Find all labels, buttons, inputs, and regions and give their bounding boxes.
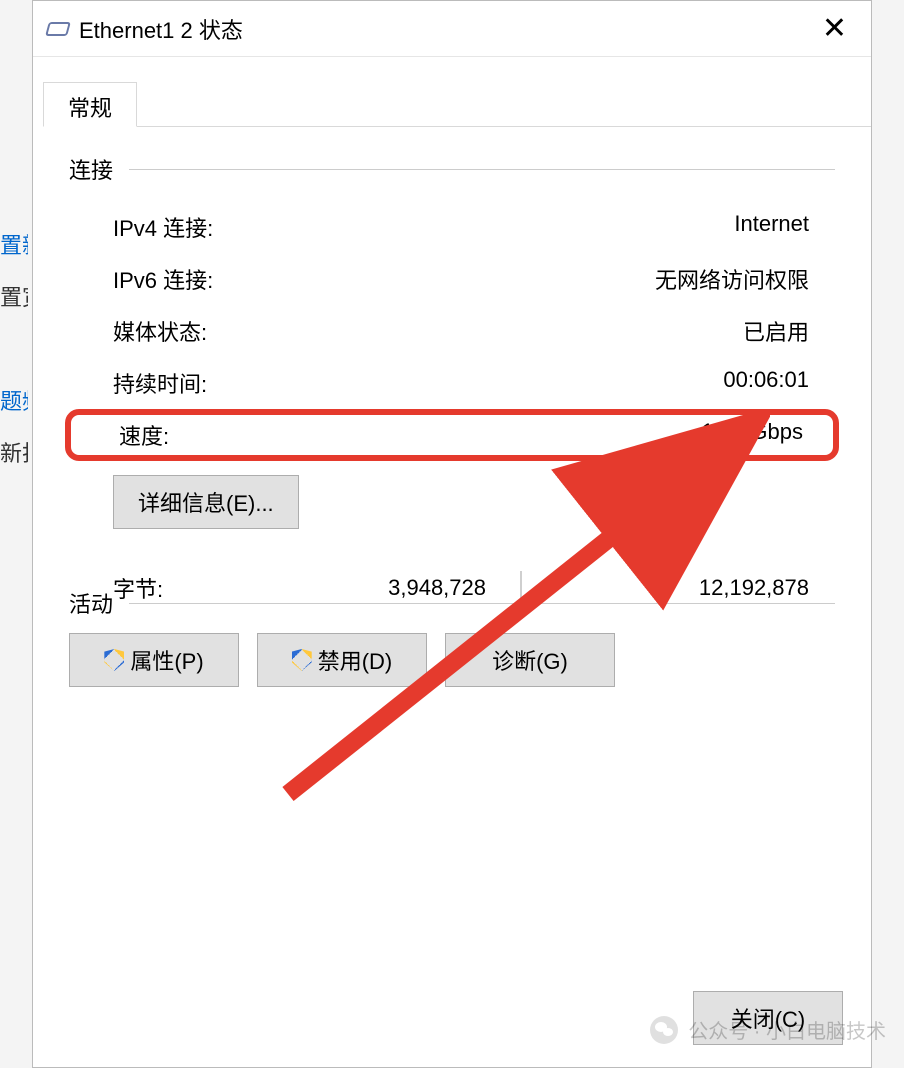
tab-general-label: 常规 [68, 96, 112, 121]
group-divider [129, 603, 835, 604]
details-button[interactable]: 详细信息(E)... [113, 475, 299, 529]
close-icon[interactable]: ✕ [812, 10, 857, 48]
ethernet-status-dialog: Ethernet1 2 状态 ✕ 常规 连接 IPv4 连接: Internet… [32, 0, 872, 1068]
shield-icon [292, 649, 312, 671]
disable-button-label: 禁用(D) [318, 644, 393, 676]
ipv4-label: IPv4 连接: [113, 211, 213, 243]
ipv4-value: Internet [734, 211, 809, 243]
title-bar: Ethernet1 2 状态 ✕ [33, 1, 871, 57]
diagnose-button-label: 诊断(G) [492, 644, 568, 676]
properties-button-label: 属性(P) [130, 644, 203, 676]
row-ipv4: IPv4 连接: Internet [69, 201, 835, 253]
row-media: 媒体状态: 已启用 [69, 305, 835, 357]
row-speed-highlight: 速度: 10.0 Gbps [65, 409, 839, 461]
group-divider [129, 169, 835, 170]
disable-button[interactable]: 禁用(D) [257, 633, 427, 687]
bytes-sent-value: 3,948,728 [233, 575, 486, 601]
properties-button[interactable]: 属性(P) [69, 633, 239, 687]
tab-strip: 常规 [43, 81, 871, 127]
ethernet-icon [45, 22, 71, 36]
row-duration: 持续时间: 00:06:01 [69, 357, 835, 409]
window-title: Ethernet1 2 状态 [79, 13, 243, 45]
tab-general[interactable]: 常规 [43, 82, 137, 127]
background-cropped-text: 置新 置宽 题频 新打 [0, 220, 28, 480]
group-activity-label: 活动 [69, 587, 113, 619]
shield-icon [104, 649, 124, 671]
ipv6-value: 无网络访问权限 [655, 263, 809, 295]
details-button-label: 详细信息(E)... [138, 486, 274, 518]
media-label: 媒体状态: [113, 315, 207, 347]
bytes-row-label: 字节: [113, 572, 233, 604]
media-value: 已启用 [743, 315, 809, 347]
speed-value: 10.0 Gbps [701, 419, 803, 451]
group-connection: 连接 [69, 153, 835, 185]
close-button-label: 关闭(C) [731, 1002, 806, 1034]
panel-general: 连接 IPv4 连接: Internet IPv6 连接: 无网络访问权限 媒体… [33, 127, 871, 697]
speed-label: 速度: [119, 419, 169, 451]
action-buttons: 属性(P) 禁用(D) 诊断(G) [69, 633, 835, 687]
duration-label: 持续时间: [113, 367, 207, 399]
bytes-received-value: 12,192,878 [556, 575, 809, 601]
duration-value: 00:06:01 [723, 367, 809, 399]
close-button[interactable]: 关闭(C) [693, 991, 843, 1045]
row-ipv6: IPv6 连接: 无网络访问权限 [69, 253, 835, 305]
group-connection-label: 连接 [69, 153, 113, 185]
ipv6-label: IPv6 连接: [113, 263, 213, 295]
diagnose-button[interactable]: 诊断(G) [445, 633, 615, 687]
